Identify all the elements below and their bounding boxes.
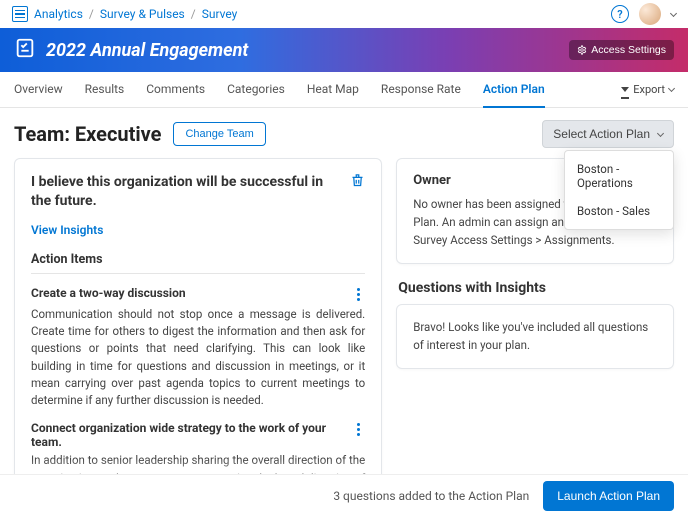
action-item-menu-button[interactable] — [351, 286, 365, 303]
tab-heat-map[interactable]: Heat Map — [307, 72, 359, 108]
qwi-message: Bravo! Looks like you've included all qu… — [413, 319, 657, 354]
breadcrumb-sep: / — [191, 7, 196, 21]
tab-categories[interactable]: Categories — [227, 72, 285, 108]
chevron-down-icon[interactable] — [670, 9, 677, 16]
change-team-button[interactable]: Change Team — [173, 122, 265, 146]
tabs-bar: Overview Results Comments Categories Hea… — [0, 72, 688, 108]
access-settings-button[interactable]: Access Settings — [569, 40, 674, 60]
view-insights-link[interactable]: View Insights — [31, 223, 103, 237]
action-item-menu-button[interactable] — [352, 421, 365, 438]
qwi-heading: Questions with Insights — [398, 280, 674, 296]
tab-results[interactable]: Results — [85, 72, 125, 108]
breadcrumb-survey-pulses[interactable]: Survey & Pulses — [100, 7, 185, 21]
gear-icon — [577, 45, 587, 55]
avatar[interactable] — [639, 3, 661, 25]
action-plan-dropdown: Boston - Operations Boston - Sales — [564, 150, 674, 230]
tab-comments[interactable]: Comments — [146, 72, 205, 108]
tab-response-rate[interactable]: Response Rate — [381, 72, 461, 108]
footer-bar: 3 questions added to the Action Plan Lau… — [0, 474, 688, 516]
action-item: Create a two-way discussion Communicatio… — [31, 286, 365, 410]
download-icon — [621, 87, 629, 92]
page-title: 2022 Annual Engagement — [46, 40, 248, 61]
menu-icon[interactable] — [12, 6, 28, 22]
dropdown-item-boston-sales[interactable]: Boston - Sales — [565, 197, 673, 225]
left-column: I believe this organization will be succ… — [14, 158, 382, 488]
breadcrumb-survey[interactable]: Survey — [202, 7, 238, 21]
breadcrumb-analytics[interactable]: Analytics — [34, 7, 83, 21]
survey-icon — [14, 37, 36, 63]
breadcrumb: Analytics / Survey & Pulses / Survey — [12, 6, 237, 22]
select-action-plan-label: Select Action Plan — [553, 127, 650, 141]
top-right: ? — [611, 3, 676, 25]
export-button[interactable]: Export — [621, 83, 674, 96]
tab-overview[interactable]: Overview — [14, 72, 63, 108]
top-bar: Analytics / Survey & Pulses / Survey ? — [0, 0, 688, 28]
team-title: Team: Executive — [14, 122, 161, 146]
dropdown-item-boston-operations[interactable]: Boston - Operations — [565, 155, 673, 197]
question-card: I believe this organization will be succ… — [14, 158, 382, 488]
launch-action-plan-button[interactable]: Launch Action Plan — [543, 481, 674, 511]
select-action-plan-button[interactable]: Select Action Plan — [542, 120, 674, 148]
action-item-title: Create a two-way discussion — [31, 286, 186, 300]
tabs: Overview Results Comments Categories Hea… — [14, 72, 545, 108]
trash-icon — [350, 173, 365, 188]
access-settings-label: Access Settings — [591, 44, 666, 56]
team-row: Team: Executive Change Team Select Actio… — [14, 120, 674, 148]
qwi-card: Bravo! Looks like you've included all qu… — [396, 304, 674, 369]
hero-banner: 2022 Annual Engagement Access Settings — [0, 28, 688, 72]
main-area: Team: Executive Change Team Select Actio… — [0, 108, 688, 488]
action-item-body: Communication should not stop once a mes… — [31, 306, 365, 410]
chevron-down-icon — [657, 129, 664, 136]
action-items-heading: Action Items — [31, 252, 365, 274]
tab-action-plan[interactable]: Action Plan — [483, 72, 545, 108]
help-icon[interactable]: ? — [611, 5, 629, 23]
action-item-title: Connect organization wide strategy to th… — [31, 421, 342, 449]
questions-with-insights-section: Questions with Insights Bravo! Looks lik… — [396, 276, 674, 369]
delete-button[interactable] — [350, 173, 365, 192]
chevron-down-icon — [668, 85, 675, 92]
export-label: Export — [633, 83, 665, 96]
footer-status: 3 questions added to the Action Plan — [333, 489, 529, 503]
question-title: I believe this organization will be succ… — [31, 173, 340, 211]
breadcrumb-sep: / — [89, 7, 94, 21]
